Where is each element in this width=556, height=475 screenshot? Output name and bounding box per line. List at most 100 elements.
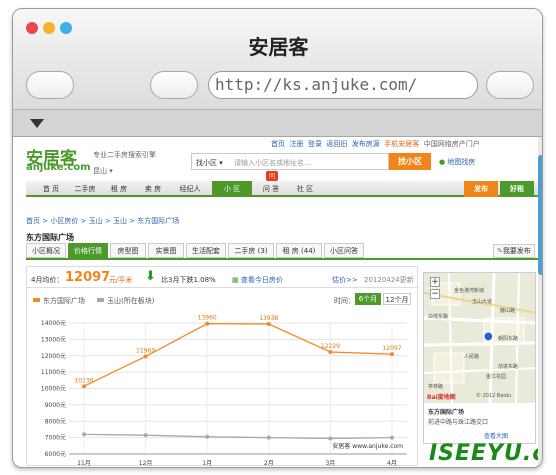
top-link-mobile[interactable]: 手机安居客: [384, 140, 419, 148]
map-label-5: 人民路: [464, 354, 480, 360]
y-tick-label: 7000元: [45, 435, 66, 442]
map-label-6: 前进东路: [498, 364, 519, 370]
map-label-1: 玉山大道: [472, 299, 493, 305]
breadcrumb[interactable]: 首页 > 小区房价 > 玉山 > 玉山 > 东方国际广场: [26, 216, 179, 226]
y-tick-label: 6000元: [45, 451, 66, 458]
x-tick-label: 3月: [325, 460, 335, 467]
x-tick-label: 11月: [77, 460, 91, 467]
nav-home[interactable]: 首 页: [34, 181, 68, 197]
divider: [27, 287, 417, 288]
location-pin-icon[interactable]: ●: [484, 331, 493, 342]
search-scope-select[interactable]: 找小区 ▾: [196, 158, 223, 168]
month-label: 4月均价：: [31, 276, 64, 284]
zoom-out-icon[interactable]: −: [430, 289, 440, 299]
chart-watermark: 安居客 www.anjuke.com: [332, 442, 403, 450]
range-12m[interactable]: 12个月: [383, 293, 411, 305]
price-change: 比3月下跌1.08%: [161, 276, 216, 284]
map-label-4: 朝阳东路: [498, 336, 519, 342]
top-link-old[interactable]: 返回旧: [326, 140, 347, 148]
y-tick-label: 12000元: [41, 353, 66, 360]
y-tick-label: 9000元: [45, 402, 66, 409]
iseeyu-watermark: ISEEYU.com: [429, 441, 538, 466]
city-switch[interactable]: 昆山 ▾: [93, 166, 113, 176]
nav-forum[interactable]: 社 区: [288, 181, 322, 197]
map-pin-icon: ●: [439, 158, 446, 166]
main-nav: 首 页 二手房 租 房 卖 房 经纪人 小 区 问 答 社 区 问 发布 好租: [26, 171, 538, 197]
window-title: 安居客: [248, 35, 309, 59]
range-6m[interactable]: 6个月: [355, 293, 381, 305]
extra-toolbar-button[interactable]: [486, 71, 534, 99]
qa-badge: 问: [266, 171, 278, 181]
zoom-in-icon[interactable]: +: [430, 277, 440, 287]
nav-haozu-button[interactable]: 好租: [500, 181, 534, 197]
search-placeholder: 请输入小区名或地址名...: [234, 159, 311, 167]
top-link-register[interactable]: 注册: [289, 140, 303, 148]
y-tick-label: 11000元: [41, 369, 66, 376]
x-tick-label: 2月: [264, 460, 274, 467]
legend-yushan: 玉山(所在板块): [107, 297, 155, 305]
price-unit: 元/平米: [109, 276, 133, 284]
down-arrow-icon: ⬇: [145, 269, 156, 284]
nav-rent[interactable]: 租 房: [102, 181, 136, 197]
data-point: [205, 434, 210, 439]
y-tick-label: 8000元: [45, 418, 66, 425]
data-point: [328, 350, 333, 355]
data-label: 13960: [198, 315, 217, 322]
site-logo-en: anjuke.com: [26, 162, 91, 173]
back-button[interactable]: [26, 71, 74, 99]
average-price: 12097: [65, 270, 111, 285]
tab-rentals[interactable]: 租 房 (44): [276, 243, 322, 258]
forward-button[interactable]: [150, 71, 198, 99]
data-label: 10136: [74, 377, 93, 384]
y-tick-label: 14000元: [41, 320, 66, 327]
y-tick-label: 10000元: [41, 386, 66, 393]
search-button[interactable]: 找小区: [389, 153, 431, 170]
vertical-scrollbar[interactable]: [538, 137, 542, 467]
browser-window: 安居客 http://ks.anjuke.com/ 首页 注册 登录 返回旧 发…: [12, 8, 543, 468]
estimate-link[interactable]: 估价>>: [332, 275, 358, 285]
top-link-home[interactable]: 首页: [271, 140, 285, 148]
legend-swatch-yushan: [97, 298, 104, 302]
address-bar[interactable]: http://ks.anjuke.com/: [208, 71, 478, 99]
tagline: 专业二手房搜索引擎: [93, 151, 156, 159]
legend-east: 东方国际广场: [43, 297, 85, 305]
nav-post-button[interactable]: 发布: [464, 181, 498, 197]
map-large-link[interactable]: 查看大图: [484, 431, 508, 440]
top-links[interactable]: 首页 注册 登录 返回旧 发布房源 手机安居客 中国网络房产门户: [271, 139, 480, 149]
tab-photos[interactable]: 实景图: [148, 243, 184, 258]
data-point: [82, 432, 86, 437]
map-panel[interactable]: + − 金色港湾新城 玉山大道 鹿山路 白塔东路 朝阳东路 人民路 前进东路 亭…: [423, 272, 536, 444]
search-field[interactable]: 找小区 ▾ 请输入小区名或地址名...: [191, 153, 389, 170]
chart-icon: ▦: [232, 276, 239, 284]
tab-facilities[interactable]: 生活配套: [186, 243, 226, 258]
update-date: 20120424更新: [364, 276, 414, 284]
data-point: [328, 436, 333, 441]
tab-floorplan[interactable]: 房型图: [110, 243, 146, 258]
top-link-post[interactable]: 发布房源: [352, 140, 380, 148]
tab-price[interactable]: 价格行情: [68, 243, 108, 258]
tab-resale[interactable]: 二手房 (3): [228, 243, 274, 258]
time-label: 时间：: [334, 297, 355, 305]
data-point: [82, 384, 86, 389]
disclosure-triangle-icon[interactable]: [30, 119, 44, 128]
nav-sell[interactable]: 卖 房: [136, 181, 170, 197]
tab-overview[interactable]: 小区概况: [26, 243, 66, 258]
community-title: 东方国际广场: [26, 233, 74, 242]
nav-resale[interactable]: 二手房: [68, 181, 102, 197]
tab-qa[interactable]: 小区问答: [324, 243, 364, 258]
nav-community[interactable]: 小 区: [212, 181, 252, 197]
top-link-login[interactable]: 登录: [308, 140, 322, 148]
nav-agent[interactable]: 经纪人: [170, 181, 210, 197]
x-tick-label: 4月: [387, 460, 397, 467]
tab-underline: [26, 258, 538, 260]
post-button[interactable]: ✎我要发布: [493, 244, 535, 258]
top-link-portal[interactable]: 中国网络房产门户: [424, 140, 480, 148]
today-price-link[interactable]: ▦ 查看今日房价: [232, 275, 283, 285]
price-panel: 4月均价： 12097 元/平米 ⬇ 比3月下跌1.08% ▦ 查看今日房价 估…: [26, 266, 418, 467]
nav-qa[interactable]: 问 答: [254, 181, 288, 197]
x-tick-label: 12月: [139, 460, 153, 467]
data-point: [143, 433, 148, 438]
scroll-thumb[interactable]: [538, 155, 542, 275]
map-search-link[interactable]: ● 地图找房: [439, 157, 475, 167]
data-point: [266, 435, 271, 440]
